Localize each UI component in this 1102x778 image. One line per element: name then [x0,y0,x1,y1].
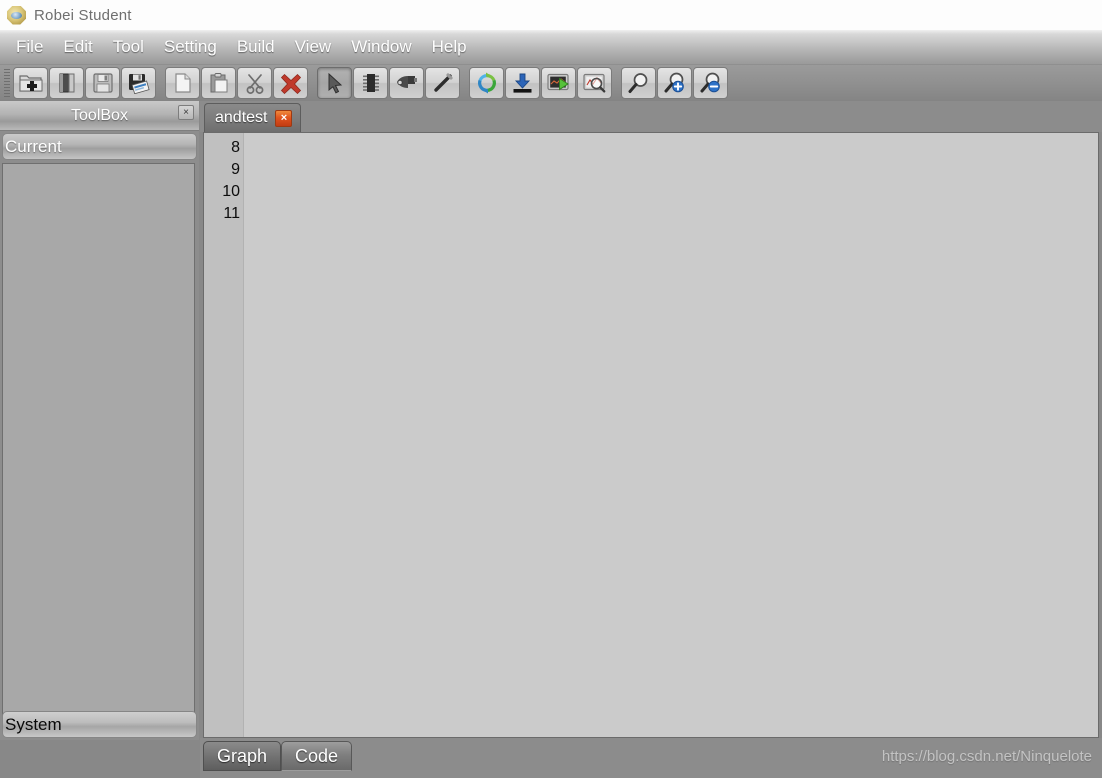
document-tab-label: andtest [215,109,268,126]
download-button[interactable] [505,67,540,99]
toolbox-section-system[interactable]: System [0,710,199,740]
toolbox-title: ToolBox [71,106,128,124]
line-number: 10 [222,183,240,200]
compile-button[interactable] [469,67,504,99]
code-text-area[interactable] [244,133,1098,737]
zoom-in-button[interactable] [657,67,692,99]
toolbox-section-system-label: System [5,714,62,734]
robei-octagon-logo-icon [7,5,26,25]
menu-tool[interactable]: Tool [103,35,154,59]
toolbox-current-list[interactable] [2,163,195,733]
tab-graph[interactable]: Graph [203,741,282,771]
menu-edit[interactable]: Edit [53,35,102,59]
toolbox-section-current-label: Current [5,136,62,156]
new-project-button[interactable] [13,67,48,99]
port-tool-button[interactable] [389,67,424,99]
toolbox-title-bar: ToolBox × [0,101,199,131]
save-as-button[interactable] [121,67,156,99]
view-tab-bar: Graph Code https://blog.csdn.net/Ninquel… [200,738,1102,778]
menu-bar: File Edit Tool Setting Build View Window… [0,30,1102,65]
main-area: andtest × 8 9 10 11 Graph Code https://b… [200,101,1102,778]
application-window: Robei Student File Edit Tool Setting Bui… [0,0,1102,778]
toolbar-group-zoom [621,67,728,99]
toolbar-group-build [469,67,612,99]
cut-button[interactable] [237,67,272,99]
delete-button[interactable] [273,67,308,99]
toolbar-drag-handle[interactable] [4,69,10,97]
toolbar-group-edit [165,67,308,99]
watermark-text: https://blog.csdn.net/Ninquelote [881,748,1092,765]
zoom-out-button[interactable] [693,67,728,99]
paste-button[interactable] [201,67,236,99]
save-button[interactable] [85,67,120,99]
toolbox-dock: ToolBox × Current System [0,101,199,740]
code-editor[interactable]: 8 9 10 11 [203,132,1099,738]
module-tool-button[interactable] [353,67,388,99]
select-tool-button[interactable] [317,67,352,99]
line-number-gutter: 8 9 10 11 [204,133,244,737]
zoom-normal-button[interactable] [621,67,656,99]
window-title: Robei Student [34,6,132,24]
document-tab-strip: andtest × [200,101,1102,132]
waveform-button[interactable] [577,67,612,99]
toolbox-section-current[interactable]: Current [2,133,197,160]
wire-tool-button[interactable] [425,67,460,99]
document-tab-andtest[interactable]: andtest × [204,103,302,132]
menu-view[interactable]: View [285,35,342,59]
menu-build[interactable]: Build [227,35,285,59]
line-number: 9 [231,161,240,178]
close-icon[interactable]: × [178,105,194,120]
menu-window[interactable]: Window [341,35,421,59]
open-project-button[interactable] [49,67,84,99]
tab-code[interactable]: Code [281,741,353,771]
menu-file[interactable]: File [6,35,53,59]
simulate-button[interactable] [541,67,576,99]
toolbar-group-project [13,67,156,99]
menu-setting[interactable]: Setting [154,35,227,59]
line-number: 11 [223,205,240,222]
menu-help[interactable]: Help [422,35,477,59]
new-file-button[interactable] [165,67,200,99]
main-toolbar [0,65,1102,101]
line-number: 8 [231,139,240,156]
toolbar-group-design [317,67,460,99]
title-bar: Robei Student [0,0,1102,30]
close-icon[interactable]: × [275,109,293,127]
